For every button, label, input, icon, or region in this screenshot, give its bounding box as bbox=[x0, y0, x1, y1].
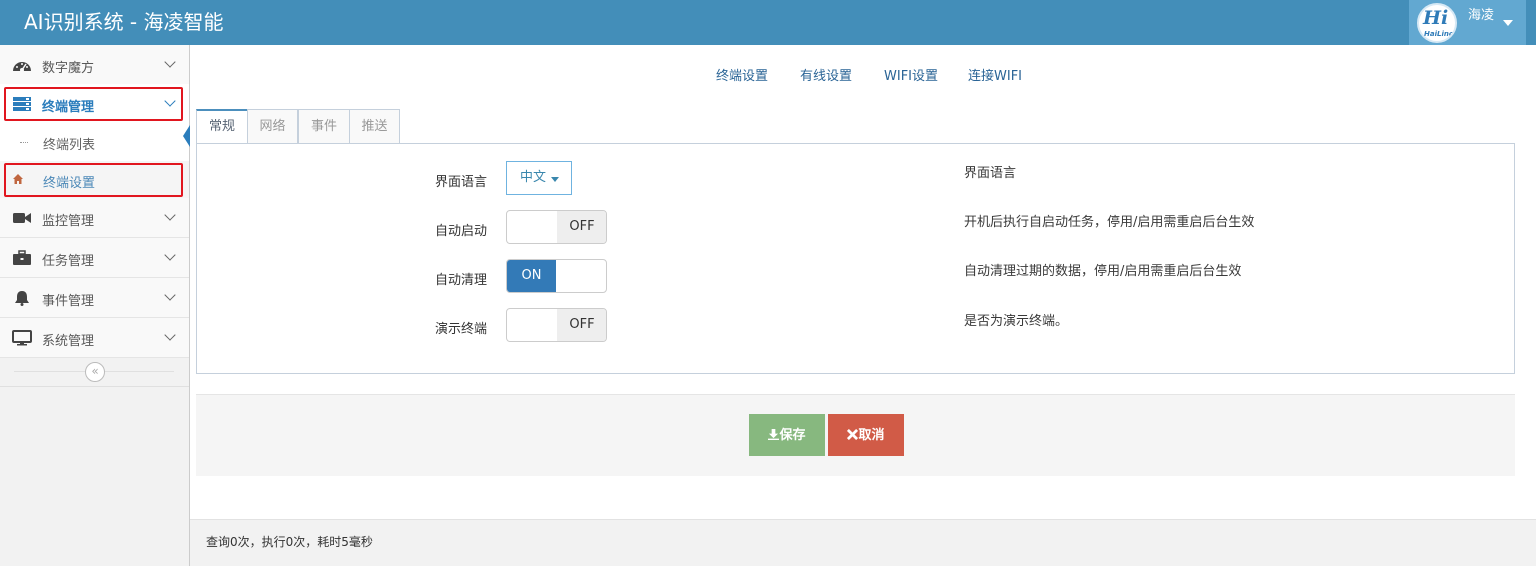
caret-down-icon bbox=[551, 177, 559, 182]
demo-terminal-toggle[interactable]: OFF bbox=[506, 308, 607, 342]
link-connect-wifi[interactable]: 连接WIFI bbox=[968, 65, 1022, 84]
sidebar: 数字魔方 终端管理 终端列表 终端设置 监控管理 任务管理 事件管理 系统管理 … bbox=[0, 45, 190, 566]
sidebar-item-label: 事件管理 bbox=[42, 294, 95, 309]
company-logo: Hi HaiLinc bbox=[1417, 3, 1457, 43]
sidebar-item-label: 系统管理 bbox=[42, 334, 95, 349]
chevron-down-icon bbox=[164, 56, 176, 68]
sidebar-item-label: 数字魔方 bbox=[42, 61, 95, 76]
sidebar-item-digital-cube[interactable]: 数字魔方 bbox=[0, 45, 189, 85]
top-navbar: AI识别系统 - 海凌智能 Hi HaiLinc 海凌 bbox=[0, 0, 1536, 45]
tab-push[interactable]: 推送 bbox=[349, 109, 400, 144]
chevron-down-icon bbox=[164, 209, 176, 221]
auto-start-help: 开机后执行自启动任务，停用/启用需重启后台生效 bbox=[964, 215, 1255, 230]
save-button[interactable]: 保存 bbox=[749, 414, 825, 456]
download-icon bbox=[768, 429, 780, 440]
monitor-icon bbox=[12, 330, 32, 346]
sidebar-item-event-management[interactable]: 事件管理 bbox=[0, 278, 189, 318]
toggle-state: ON bbox=[507, 260, 556, 292]
tab-panel-general bbox=[196, 143, 1515, 374]
sidebar-subitem-terminal-list[interactable]: 终端列表 bbox=[0, 123, 189, 161]
chevron-down-icon bbox=[164, 249, 176, 261]
briefcase-icon bbox=[13, 250, 31, 265]
toggle-state: OFF bbox=[557, 309, 606, 341]
link-wifi-settings[interactable]: WIFI设置 bbox=[884, 65, 938, 84]
toggle-state: OFF bbox=[557, 211, 606, 243]
link-terminal-settings[interactable]: 终端设置 bbox=[716, 65, 768, 84]
language-help: 界面语言 bbox=[964, 166, 1017, 181]
language-select[interactable]: 中文 bbox=[506, 161, 572, 195]
auto-start-toggle[interactable]: OFF bbox=[506, 210, 607, 244]
link-wired-settings[interactable]: 有线设置 bbox=[800, 65, 852, 84]
sidebar-item-system-management[interactable]: 系统管理 bbox=[0, 318, 189, 358]
footer: 查询0次，执行0次，耗时5毫秒 bbox=[190, 519, 1536, 566]
sidebar-item-monitor-management[interactable]: 监控管理 bbox=[0, 198, 189, 238]
sidebar-subitem-label: 终端列表 bbox=[43, 138, 96, 153]
highlight-box bbox=[4, 163, 183, 197]
sidebar-collapse-bar: « bbox=[0, 359, 189, 387]
video-camera-icon bbox=[13, 213, 31, 223]
sidebar-item-task-management[interactable]: 任务管理 bbox=[0, 238, 189, 278]
sidebar-item-label: 任务管理 bbox=[42, 254, 95, 269]
tab-network[interactable]: 网络 bbox=[247, 109, 298, 144]
demo-terminal-help: 是否为演示终端。 bbox=[964, 314, 1069, 329]
close-icon bbox=[847, 428, 859, 441]
dashboard-icon bbox=[13, 62, 31, 72]
auto-start-label: 自动启动 bbox=[435, 224, 488, 239]
collapse-sidebar-icon[interactable]: « bbox=[85, 362, 105, 382]
tab-events[interactable]: 事件 bbox=[298, 109, 350, 144]
chevron-down-icon bbox=[164, 289, 176, 301]
active-indicator-arrow bbox=[183, 125, 190, 147]
auto-clean-label: 自动清理 bbox=[435, 273, 488, 288]
user-menu[interactable]: Hi HaiLinc 海凌 bbox=[1409, 0, 1526, 45]
demo-terminal-label: 演示终端 bbox=[435, 322, 488, 337]
language-label: 界面语言 bbox=[435, 175, 488, 190]
highlight-box bbox=[4, 87, 183, 121]
app-title[interactable]: AI识别系统 - 海凌智能 bbox=[24, 9, 224, 35]
user-name: 海凌 bbox=[1468, 8, 1495, 23]
tab-general[interactable]: 常规 bbox=[196, 109, 248, 144]
chevron-down-icon bbox=[164, 329, 176, 341]
language-value: 中文 bbox=[520, 170, 547, 185]
bell-icon bbox=[15, 291, 29, 306]
sidebar-item-label: 监控管理 bbox=[42, 214, 95, 229]
auto-clean-help: 自动清理过期的数据，停用/启用需重启后台生效 bbox=[964, 264, 1242, 279]
cancel-button[interactable]: 取消 bbox=[828, 414, 904, 456]
tree-dash bbox=[20, 142, 28, 143]
query-stats: 查询0次，执行0次，耗时5毫秒 bbox=[206, 535, 373, 549]
caret-down-icon bbox=[1503, 20, 1513, 26]
auto-clean-toggle[interactable]: ON bbox=[506, 259, 607, 293]
